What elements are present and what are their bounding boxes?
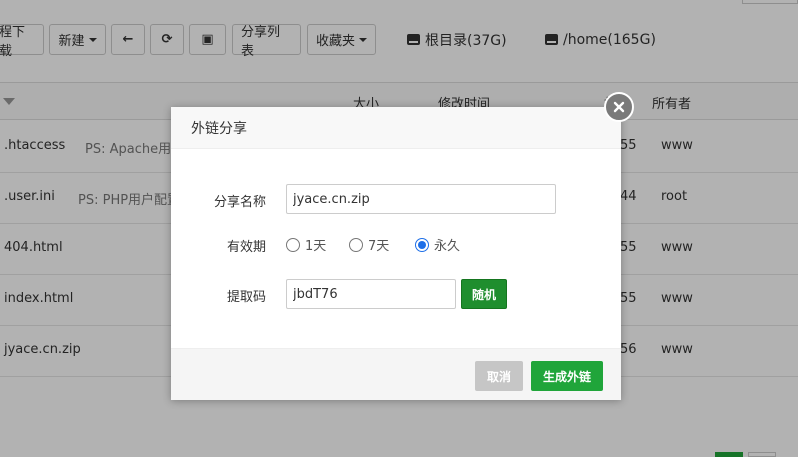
radio-checked-icon[interactable] <box>415 237 429 252</box>
dialog-title: 外链分享 <box>191 120 247 137</box>
radio-icon[interactable] <box>286 237 300 252</box>
generate-link-button[interactable]: 生成外链 <box>531 361 603 391</box>
code-input[interactable] <box>286 279 456 309</box>
validity-row: 有效期 1天 7天 永久 <box>171 229 621 259</box>
dialog-header: 外链分享 <box>171 107 621 149</box>
code-row: 提取码 随机 <box>171 279 621 309</box>
validity-7days[interactable]: 7天 <box>349 235 389 254</box>
random-code-button[interactable]: 随机 <box>461 279 507 309</box>
share-name-input[interactable] <box>286 184 556 214</box>
share-name-label: 分享名称 <box>213 195 266 210</box>
validity-forever[interactable]: 永久 <box>415 235 460 254</box>
validity-1day[interactable]: 1天 <box>286 235 326 254</box>
close-icon <box>613 101 625 113</box>
cancel-button[interactable]: 取消 <box>475 361 523 391</box>
share-name-row: 分享名称 <box>171 184 621 214</box>
dialog-footer: 取消 生成外链 <box>171 348 621 400</box>
close-button[interactable] <box>604 92 634 122</box>
code-label: 提取码 <box>226 290 266 305</box>
radio-icon[interactable] <box>349 237 363 252</box>
share-link-dialog: 外链分享 分享名称 有效期 1天 7天 永久 提取码 随机 取消 生成外链 <box>171 92 634 400</box>
validity-label: 有效期 <box>226 240 266 255</box>
